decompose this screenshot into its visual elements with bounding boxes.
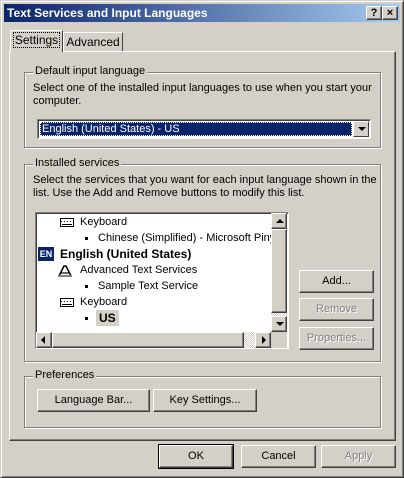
horizontal-scroll-thumb[interactable] — [52, 332, 244, 348]
default-language-dropdown[interactable]: English (United States) - US — [37, 119, 371, 139]
installed-services-group: Installed services Select the services t… — [24, 157, 381, 362]
text-services-icon — [58, 265, 72, 277]
tree-item-chinese-pinyin[interactable]: Chinese (Simplified) - Microsoft Pinyin — [98, 230, 284, 246]
dialog-window: Text Services and Input Languages ? × Se… — [0, 0, 404, 478]
tree-vertical-scrollbar[interactable] — [271, 213, 287, 332]
title-bar[interactable]: Text Services and Input Languages ? × — [4, 4, 400, 22]
apply-button[interactable]: Apply — [321, 445, 396, 468]
vertical-scroll-thumb[interactable] — [271, 229, 287, 313]
preferences-label: Preferences — [33, 369, 97, 381]
tab-advanced-label: Advanced — [66, 35, 120, 49]
installed-services-description: Select the services that you want for ea… — [33, 174, 377, 199]
scroll-up-icon[interactable] — [271, 213, 287, 229]
preferences-group: Preferences Language Bar... Key Settings… — [24, 369, 381, 428]
tab-settings[interactable]: Settings — [10, 30, 63, 52]
default-input-language-group: Default input language Select one of the… — [24, 65, 381, 148]
tab-advanced[interactable]: Advanced — [63, 32, 123, 52]
bullet-icon — [85, 285, 88, 288]
bullet-icon — [85, 237, 88, 240]
help-button[interactable]: ? — [366, 6, 382, 20]
tree-item-us[interactable]: US — [96, 310, 119, 326]
bullet-icon — [85, 317, 88, 320]
dropdown-arrow-icon[interactable] — [353, 121, 369, 137]
close-button[interactable]: × — [382, 6, 398, 20]
default-language-value: English (United States) - US — [40, 122, 352, 136]
tree-item-english-us[interactable]: English (United States) — [60, 246, 191, 262]
default-language-description: Select one of the installed input langua… — [33, 82, 372, 107]
services-tree[interactable]: Keyboard Chinese (Simplified) - Microsof… — [35, 212, 289, 349]
key-settings-button[interactable]: Key Settings... — [153, 389, 257, 412]
language-bar-button[interactable]: Language Bar... — [37, 389, 150, 412]
settings-tab-panel: Default input language Select one of the… — [9, 51, 396, 441]
installed-services-label: Installed services — [33, 157, 122, 169]
language-en-icon: EN — [38, 247, 54, 261]
tree-item-keyboard-2[interactable]: Keyboard — [80, 294, 127, 310]
tab-settings-label: Settings — [12, 32, 61, 48]
scroll-down-icon[interactable] — [271, 316, 287, 332]
scroll-left-icon[interactable] — [36, 332, 52, 348]
add-button[interactable]: Add... — [299, 270, 374, 293]
scroll-corner — [271, 332, 287, 348]
scroll-right-icon[interactable] — [255, 332, 271, 348]
remove-button[interactable]: Remove — [299, 298, 374, 321]
tree-item-keyboard[interactable]: Keyboard — [80, 214, 127, 230]
default-input-language-label: Default input language — [33, 65, 148, 77]
window-title: Text Services and Input Languages — [7, 6, 208, 20]
keyboard-icon — [60, 218, 74, 227]
tree-item-advanced-text-services[interactable]: Advanced Text Services — [80, 262, 197, 278]
ok-button[interactable]: OK — [158, 444, 234, 469]
keyboard-icon — [60, 298, 74, 307]
cancel-button[interactable]: Cancel — [241, 445, 316, 468]
tree-horizontal-scrollbar[interactable] — [36, 332, 271, 348]
properties-button[interactable]: Properties... — [299, 327, 374, 350]
tree-item-sample-text-service[interactable]: Sample Text Service — [98, 278, 198, 294]
